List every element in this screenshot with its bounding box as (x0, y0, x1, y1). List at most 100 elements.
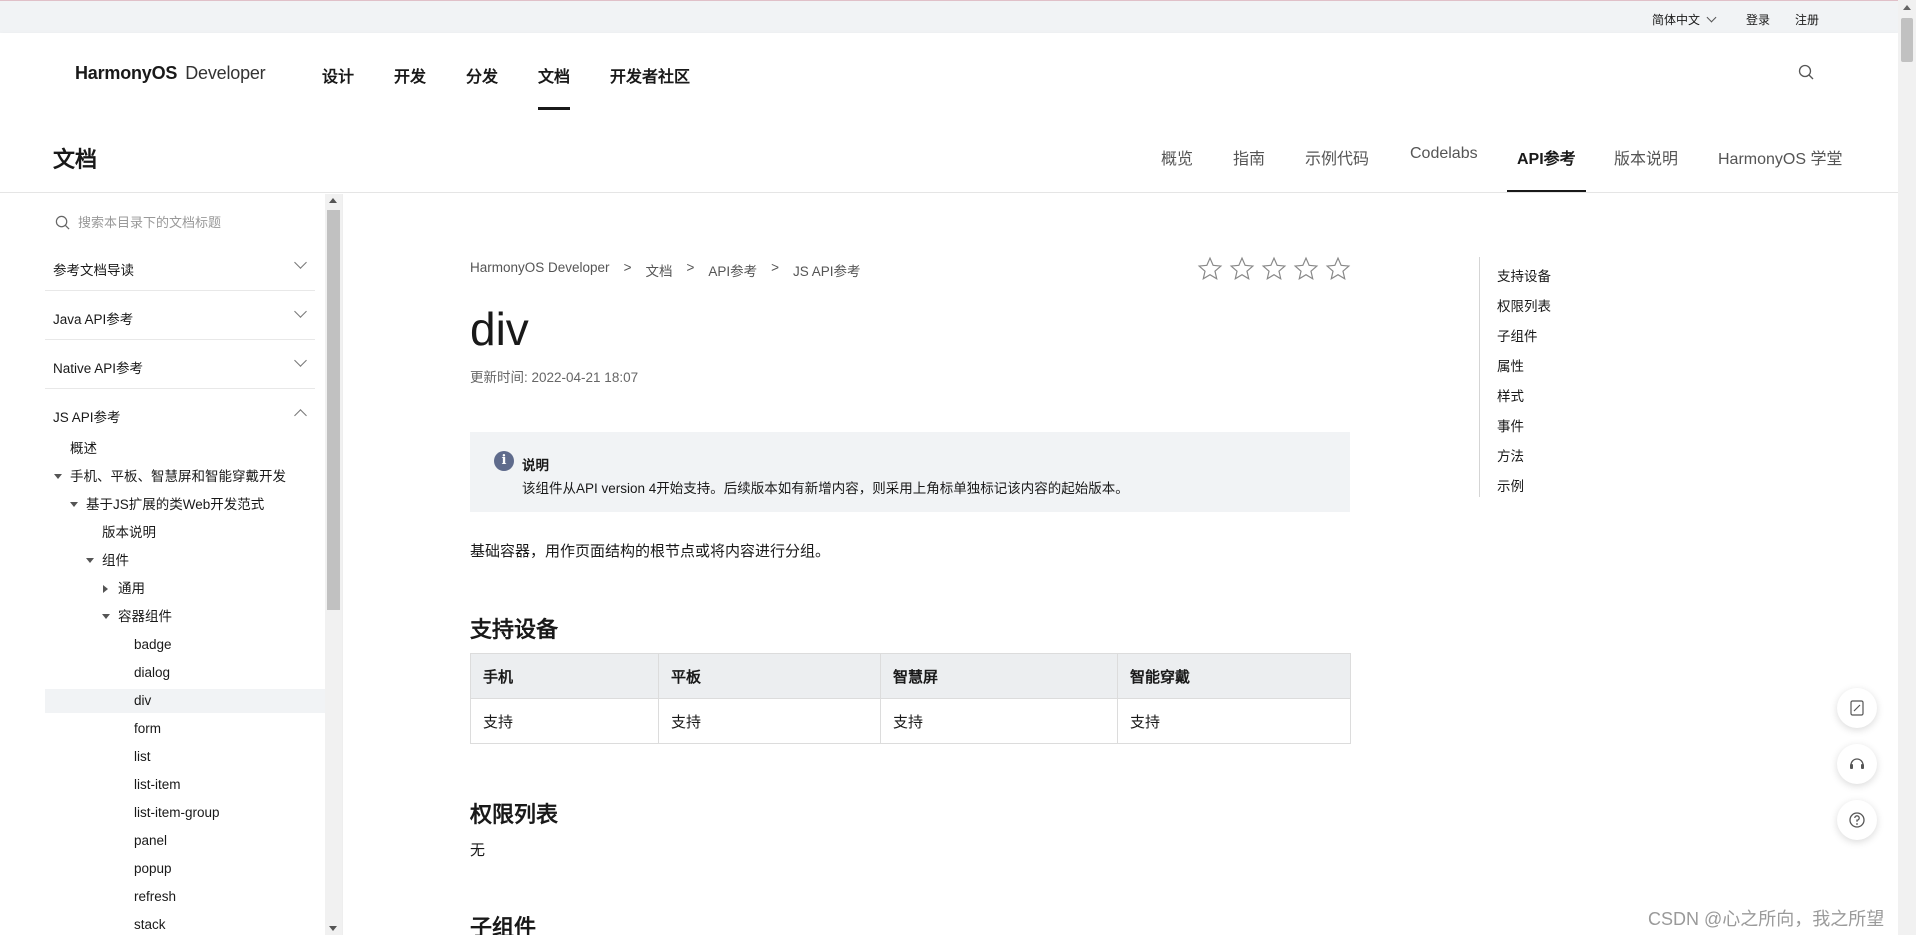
tree-item-release[interactable]: 版本说明 (102, 522, 156, 544)
sidebar-section-java-api[interactable]: Java API参考 (45, 291, 315, 340)
scroll-down-arrow-icon[interactable] (329, 926, 337, 931)
tab-codelabs[interactable]: Codelabs (1410, 145, 1478, 163)
sidebar-section-js-api[interactable]: JS API参考 (45, 389, 315, 438)
table-row: 支持 支持 支持 支持 (470, 698, 1351, 744)
tree-label: dialog (134, 665, 171, 680)
tree-item-popup[interactable]: popup (134, 858, 172, 880)
chevron-down-icon (294, 354, 307, 367)
tree-item-stack[interactable]: stack (134, 914, 166, 935)
intro-text: 基础容器，用作页面结构的根节点或将内容进行分组。 (470, 543, 831, 560)
scroll-up-arrow-icon[interactable] (329, 198, 337, 203)
breadcrumb-separator: > (771, 260, 779, 275)
nav-docs[interactable]: 文档 (538, 63, 571, 110)
register-link[interactable]: 注册 (1795, 11, 1819, 28)
tab-api-reference[interactable]: API参考 (1507, 145, 1586, 192)
tree-label: refresh (134, 889, 177, 904)
breadcrumb-item[interactable]: 文档 (645, 260, 672, 280)
tree-label: 概述 (70, 441, 97, 456)
star-icon[interactable] (1261, 256, 1287, 282)
breadcrumb-item[interactable]: JS API参考 (793, 260, 861, 280)
tab-harmonyos-academy[interactable]: HarmonyOS 学堂 (1718, 145, 1842, 169)
star-icon[interactable] (1197, 256, 1223, 282)
tab-guide[interactable]: 指南 (1233, 145, 1265, 169)
tree-item-common[interactable]: 通用 (103, 578, 145, 600)
page-scrollbar[interactable] (1898, 0, 1916, 935)
nav-distribute[interactable]: 分发 (466, 63, 498, 87)
scrollbar-thumb[interactable] (327, 210, 340, 610)
toc-item[interactable]: 权限列表 (1497, 295, 1551, 315)
scroll-up-arrow-icon[interactable] (1903, 5, 1911, 10)
tree-item-dialog[interactable]: dialog (134, 662, 170, 684)
nav-develop[interactable]: 开发 (394, 63, 426, 87)
nav-design[interactable]: 设计 (322, 63, 354, 87)
tab-release-notes[interactable]: 版本说明 (1614, 145, 1678, 169)
tree-item-panel[interactable]: panel (134, 830, 167, 852)
tree-label: div (134, 693, 152, 708)
breadcrumb-item[interactable]: HarmonyOS Developer (470, 260, 610, 280)
search-icon[interactable] (1798, 64, 1814, 80)
scrollbar-thumb[interactable] (1901, 18, 1913, 62)
support-button[interactable] (1837, 744, 1877, 784)
sidebar-search (55, 210, 325, 234)
toc-item[interactable]: 事件 (1497, 415, 1524, 435)
tree-item-js-web[interactable]: 基于JS扩展的类Web开发范式 (70, 494, 264, 516)
search-icon (55, 215, 70, 229)
tree-item-list-item[interactable]: list-item (134, 774, 181, 796)
table-cell: 支持 (470, 698, 659, 744)
star-icon[interactable] (1325, 256, 1351, 282)
tab-samples[interactable]: 示例代码 (1305, 145, 1369, 169)
toc-item[interactable]: 子组件 (1497, 325, 1538, 345)
expand-triangle-icon (54, 474, 62, 479)
nav-community[interactable]: 开发者社区 (610, 63, 690, 87)
expand-triangle-icon (70, 502, 78, 507)
sidebar-section-native-api[interactable]: Native API参考 (45, 340, 315, 389)
section-label: JS API参考 (53, 410, 121, 425)
tree-item-devices[interactable]: 手机、平板、智慧屏和智能穿戴开发 (54, 466, 286, 488)
tree-item-components[interactable]: 组件 (86, 550, 129, 572)
help-button[interactable] (1837, 800, 1877, 840)
star-icon[interactable] (1293, 256, 1319, 282)
tree-label: list-item (134, 777, 181, 792)
rating-stars (1197, 256, 1357, 282)
docs-subheader: 文档 概览 指南 示例代码 Codelabs API参考 版本说明 Harmon… (0, 113, 1898, 193)
table-header-row: 手机 平板 智慧屏 智能穿戴 (470, 653, 1351, 699)
tree-item-refresh[interactable]: refresh (134, 886, 176, 908)
main-header: HarmonyOS Developer 设计 开发 分发 文档 开发者社区 (0, 33, 1898, 113)
sidebar-scrollbar[interactable] (325, 194, 342, 935)
toc-item[interactable]: 样式 (1497, 385, 1524, 405)
toc-item[interactable]: 示例 (1497, 475, 1524, 495)
note-box: i 说明 该组件从API version 4开始支持。后续版本如有新增内容，则采… (470, 432, 1350, 512)
table-header: 平板 (658, 653, 881, 699)
sidebar-section-guide[interactable]: 参考文档导读 (45, 242, 315, 291)
note-body: 该组件从API version 4开始支持。后续版本如有新增内容，则采用上角标单… (522, 481, 1129, 496)
tree-item-div[interactable]: div (45, 689, 325, 713)
language-selector[interactable]: 简体中文 (1652, 11, 1717, 28)
tree-label: panel (134, 833, 168, 848)
toc-item[interactable]: 方法 (1497, 445, 1524, 465)
tree-label: 组件 (102, 553, 129, 568)
chevron-down-icon (1706, 12, 1717, 23)
sidebar-search-input[interactable] (78, 214, 308, 230)
tree-item-overview[interactable]: 概述 (70, 438, 97, 460)
tree-item-list[interactable]: list (134, 746, 151, 768)
table-of-contents: 支持设备 权限列表 子组件 属性 样式 事件 方法 示例 (1479, 257, 1629, 497)
logo-sub: Developer (185, 63, 266, 83)
login-link[interactable]: 登录 (1746, 11, 1770, 28)
breadcrumb-item[interactable]: API参考 (708, 260, 757, 280)
tree-item-form[interactable]: form (134, 718, 161, 740)
tree-item-badge[interactable]: badge (134, 634, 172, 656)
chevron-up-icon (294, 409, 307, 422)
tree-item-container[interactable]: 容器组件 (102, 606, 172, 628)
tree-item-list-item-group[interactable]: list-item-group (134, 802, 220, 824)
toc-item[interactable]: 支持设备 (1497, 265, 1551, 285)
feedback-button[interactable] (1837, 688, 1877, 728)
tree-label: list-item-group (134, 805, 220, 820)
star-icon[interactable] (1229, 256, 1255, 282)
toc-item[interactable]: 属性 (1497, 355, 1524, 375)
tree-label: popup (134, 861, 172, 876)
csdn-watermark: CSDN @心之所向，我之所望 (1648, 909, 1885, 929)
harmonyos-logo[interactable]: HarmonyOS Developer (75, 63, 266, 84)
language-label: 简体中文 (1652, 13, 1701, 27)
breadcrumb-separator: > (623, 260, 632, 275)
tab-overview[interactable]: 概览 (1161, 145, 1193, 169)
